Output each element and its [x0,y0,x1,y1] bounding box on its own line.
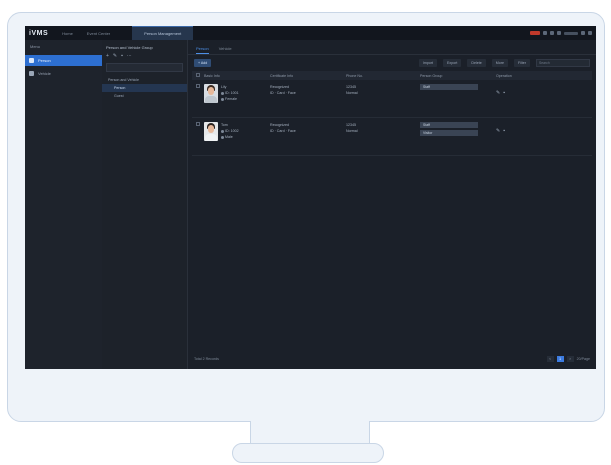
group-cell: Staff Visitor [420,122,496,138]
download-icon[interactable] [557,31,561,35]
alarm-icon[interactable] [530,31,540,35]
certificate-types: ID · Card · Face [270,129,296,133]
bell-icon[interactable] [543,31,547,35]
phone-cell: 12345 Normal [346,122,420,134]
sub-tabs: Person Vehicle [188,40,596,55]
edit-icon[interactable]: ✎ [496,90,500,96]
more-icon[interactable]: ⋯ [127,53,132,59]
column-certificate-info[interactable]: Certificate Info [270,74,346,78]
nav-item-label: Person [38,58,51,63]
tree-node-root[interactable]: Person and Vehicle [102,76,187,84]
next-page-button[interactable]: > [566,356,574,362]
add-group-icon[interactable]: + [106,53,109,59]
person-search-input[interactable]: Search [536,59,590,67]
person-photo [204,84,218,103]
edit-group-icon[interactable]: ✎ [113,53,117,59]
certificate-cell: Recognized ID · Card · Face [270,84,346,96]
more-button[interactable]: More [491,59,508,67]
edit-icon[interactable]: ✎ [496,128,500,134]
nav-item-person[interactable]: Person [25,55,102,66]
subtab-person[interactable]: Person [196,46,209,54]
row-checkbox[interactable] [196,122,200,126]
delete-group-icon[interactable]: ▪ [121,53,123,59]
monitor-base [232,443,384,463]
tree-node-guest[interactable]: Guest [102,92,187,100]
subtab-vehicle[interactable]: Vehicle [219,46,232,54]
minimize-icon[interactable] [581,31,585,35]
select-all-checkbox[interactable] [196,73,200,77]
close-icon[interactable] [588,31,592,35]
group-panel-title: Person and Vehicle Group [106,45,153,50]
group-tag: Staff [420,122,478,128]
phone-note: Normal [346,91,358,95]
nav-header: Menu [30,44,41,49]
table-header: Basic Info Certificate Info Phone No. Pe… [192,71,592,80]
tree-node-person[interactable]: Person [102,84,187,92]
person-gender: Female [225,97,237,101]
group-tag: Visitor [420,130,478,136]
user-menu[interactable] [564,31,578,35]
person-id: ID: 1002 [225,129,239,133]
group-panel: Person and Vehicle Group + ✎ ▪ ⋯ Person … [102,40,188,369]
certificate-types: ID · Card · Face [270,91,296,95]
table-row[interactable]: Tom ID: 1002 Male Recognized ID · Card ·… [192,118,592,156]
filter-button[interactable]: Filter [514,59,530,67]
monitor-stand [250,421,370,445]
group-tag: Staff [420,84,478,90]
app-screen: iVMS Home Event Center Person Management… [25,26,596,369]
total-records: Total 2 Records [194,357,219,361]
prev-page-button[interactable]: < [546,356,554,362]
row-checkbox[interactable] [196,84,200,88]
grid-icon[interactable] [550,31,554,35]
column-phone[interactable]: Phone No. [346,74,420,78]
main-content: Person Vehicle + Add Import Export Delet… [188,40,596,369]
vehicle-icon [29,71,34,76]
phone-cell: 12345 Normal [346,84,420,96]
operation-cell: ✎ ▪ [496,84,556,96]
top-bar: iVMS Home Event Center Person Management [25,26,596,40]
pagination: < 1 > 20/Page [546,356,590,362]
person-icon [29,58,34,63]
basic-info-cell: Tom ID: 1002 Male [204,122,270,141]
column-operation: Operation [496,73,512,78]
group-search-input[interactable] [106,63,183,72]
operation-cell: ✎ ▪ [496,122,556,134]
page-size-select[interactable]: 20/Page [577,357,590,361]
add-button[interactable]: + Add [194,59,212,67]
delete-button[interactable]: Delete [467,59,486,67]
nav-item-vehicle[interactable]: Vehicle [25,68,102,79]
certificate-cell: Recognized ID · Card · Face [270,122,346,134]
group-toolbar: + ✎ ▪ ⋯ [102,53,187,59]
delete-icon[interactable]: ▪ [503,128,505,134]
person-id: ID: 1001 [225,91,239,95]
tab-person-management[interactable]: Person Management [132,26,194,40]
left-navigation: Menu Person Vehicle [25,40,103,369]
app-logo: iVMS [29,29,49,37]
phone-note: Normal [346,129,358,133]
import-button[interactable]: Import [418,59,438,67]
delete-icon[interactable]: ▪ [503,90,505,96]
list-toolbar: + Add Import Export Delete More Filter S… [188,55,596,71]
top-icon-group [530,31,592,35]
table-footer: Total 2 Records < 1 > 20/Page [194,355,590,363]
group-cell: Staff [420,84,496,92]
column-person-group[interactable]: Person Group [420,74,496,78]
table-row[interactable]: Lily ID: 1001 Female Recognized ID · Car… [192,80,592,118]
export-button[interactable]: Export [443,59,462,67]
person-gender: Male [225,135,233,139]
tab-event-center[interactable]: Event Center [87,31,110,36]
page-button-current[interactable]: 1 [556,356,564,362]
nav-item-label: Vehicle [38,71,51,76]
toolbar-right: Import Export Delete More Filter Search [418,59,590,67]
person-photo [204,122,218,141]
basic-info-cell: Lily ID: 1001 Female [204,84,270,103]
tab-home[interactable]: Home [62,31,73,36]
column-basic-info[interactable]: Basic Info [204,74,270,78]
